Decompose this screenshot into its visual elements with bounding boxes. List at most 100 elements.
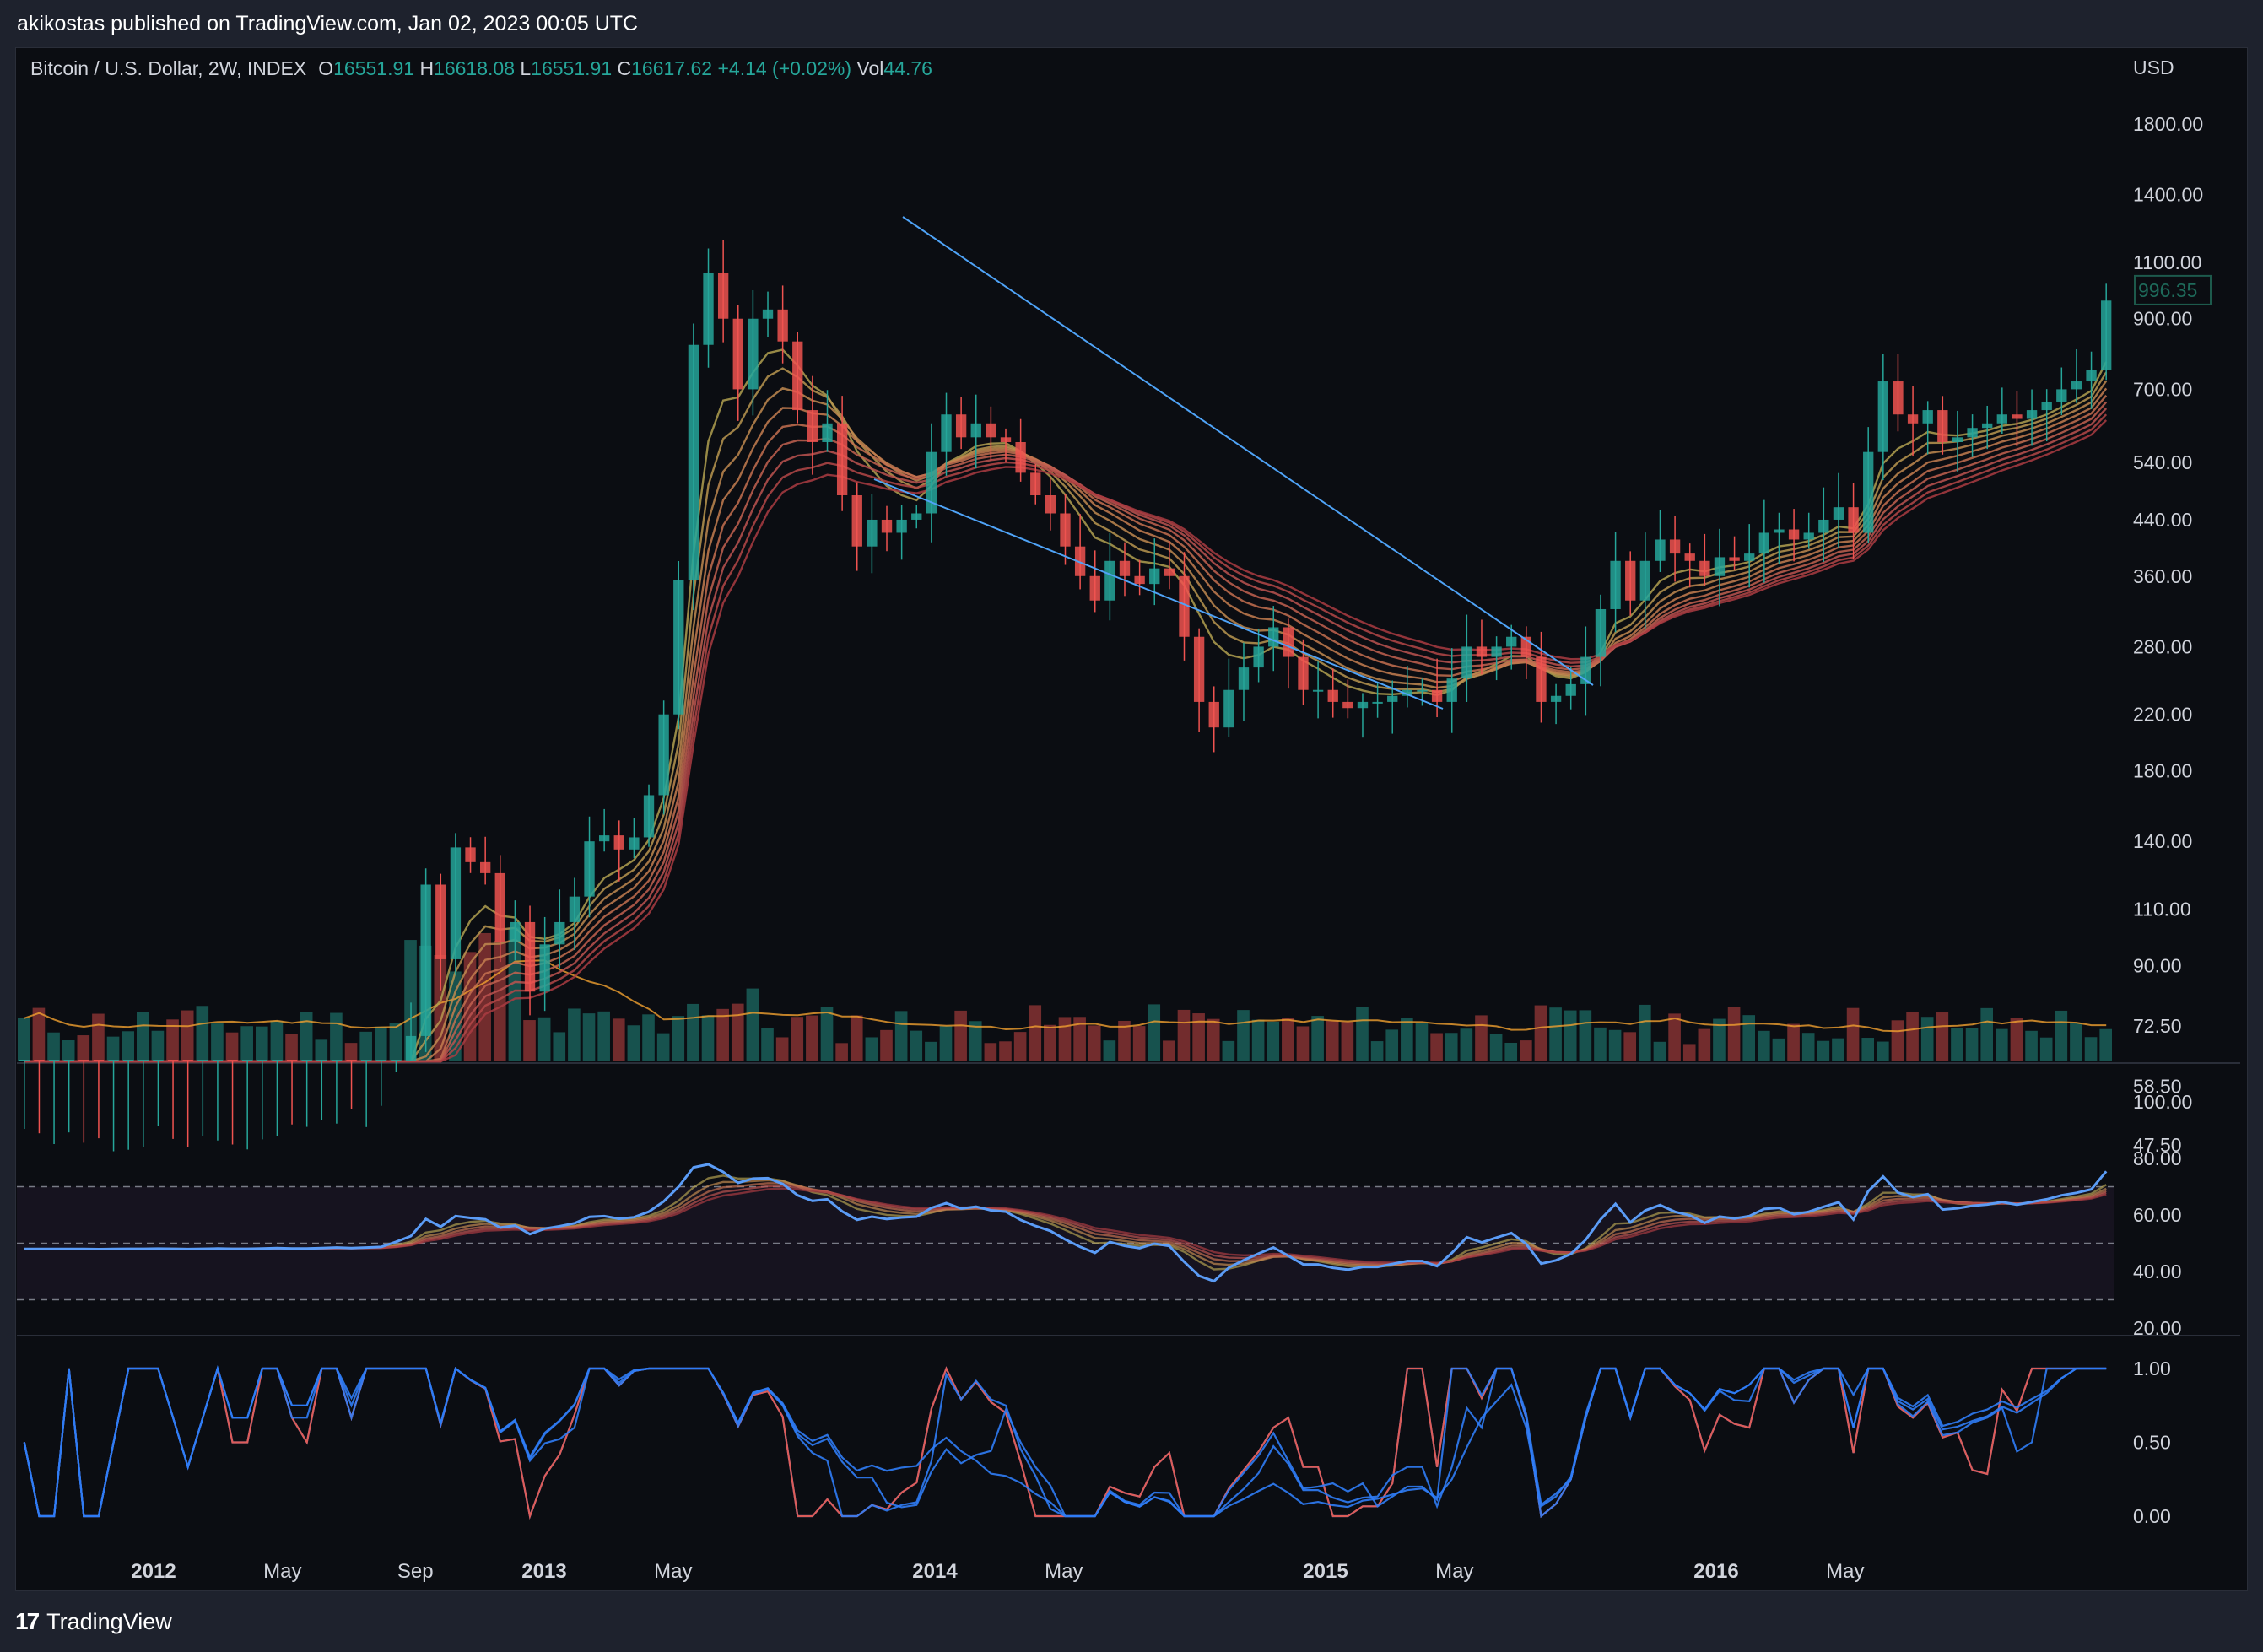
candle-body (331, 1060, 343, 1061)
candle-body (1223, 689, 1234, 728)
candle-body (1610, 560, 1621, 609)
volume-bar (1356, 1007, 1369, 1061)
candle-body (1729, 557, 1740, 561)
candle-body (1461, 646, 1472, 679)
legend-low-value: 16551.91 (531, 57, 613, 79)
price-tick-label: 72.50 (2133, 1015, 2182, 1037)
volume-bar (1445, 1033, 1458, 1061)
volume-bar (1296, 1026, 1310, 1061)
price-tick-label: 90.00 (2133, 954, 2182, 976)
candle-body (1089, 575, 1100, 601)
candle-body (1238, 667, 1250, 690)
volume-bar (18, 1018, 30, 1061)
rsi-band-fill (17, 1186, 2114, 1300)
volume-bar (1207, 1018, 1220, 1061)
candle-body (257, 1060, 267, 1061)
volume-bar (344, 1043, 358, 1061)
volume-bar (999, 1041, 1012, 1061)
rsi-tick-label: 100.00 (2133, 1091, 2192, 1113)
last-price-label: 996.35 (2138, 279, 2197, 301)
candle-body (955, 414, 967, 438)
volume-bar (835, 1043, 848, 1061)
legend-vol-value: 44.76 (883, 57, 932, 79)
candle-body (1639, 560, 1651, 601)
rsi-tick-label: 20.00 (2133, 1317, 2182, 1339)
candle-body (881, 519, 893, 533)
candle-body (688, 344, 699, 580)
candle-body (2056, 389, 2067, 402)
price-legend: Bitcoin / U.S. Dollar, 2W, INDEX O 16551.… (30, 57, 932, 80)
volume-bar (1044, 1024, 1056, 1061)
volume-bar (1965, 1028, 1979, 1061)
candle-body (1506, 636, 1517, 647)
candle-body (1476, 646, 1488, 657)
candle-body (375, 1060, 386, 1061)
volume-bar (1341, 1022, 1354, 1061)
volume-bar (1267, 1021, 1280, 1061)
candle-body (1193, 636, 1205, 702)
volume-bar (1877, 1041, 1889, 1061)
candle-body (1030, 472, 1041, 496)
candle-body (643, 795, 655, 838)
candle-body (613, 835, 624, 850)
volume-bar (1163, 1040, 1175, 1061)
volume-bar (1996, 1028, 2008, 1061)
volume-bar (1460, 1028, 1473, 1061)
volume-bar (1623, 1032, 1637, 1061)
price-tick-label: 180.00 (2133, 760, 2192, 782)
volume-bar (1058, 1017, 1072, 1061)
chart-canvas[interactable]: USD 1800.00 1400.00 1100.00 900.00 700.00 540.… (0, 0, 2263, 1652)
volume-bar (1742, 1015, 1756, 1061)
tradingview-brand[interactable]: TradingView (46, 1609, 172, 1635)
candle-body (494, 872, 505, 942)
volume-bar (1029, 1005, 1042, 1061)
candle-body (405, 1035, 417, 1061)
volume-bar (1534, 1005, 1547, 1061)
candle-body (941, 414, 952, 452)
candle-body (851, 495, 862, 547)
volume-bar (1861, 1038, 1875, 1061)
volume-bar (1088, 1025, 1101, 1061)
candle-body (123, 1060, 134, 1061)
legend-open-label: O (318, 57, 334, 79)
candle-body (569, 896, 581, 922)
volume-bar (374, 1026, 387, 1061)
candle-body (1431, 689, 1443, 702)
candle-body (1417, 689, 1428, 692)
volume-bar (984, 1043, 997, 1061)
stochastic-axis: 1.00 0.50 0.00 (2133, 1358, 2171, 1527)
candle-body (1595, 608, 1607, 657)
candle-body (93, 1060, 105, 1061)
tradingview-logo-icon[interactable]: 17 (15, 1608, 40, 1635)
volume-bar (687, 1003, 699, 1061)
volume-bar (1222, 1040, 1235, 1061)
legend-symbol: Bitcoin / U.S. Dollar, 2W, INDEX (30, 57, 307, 79)
candle-body (63, 1060, 74, 1061)
volume-bar (1936, 1012, 1949, 1061)
volume-bar (1639, 1004, 1651, 1061)
candle-body (970, 423, 981, 438)
volume-bar (1594, 1027, 1607, 1061)
volume-bars (18, 927, 2112, 1061)
candle-body (1893, 381, 1904, 415)
candle-body (762, 309, 774, 319)
candle-body (1000, 437, 1012, 443)
time-tick-label: 2014 (912, 1560, 958, 1583)
candle-body (1104, 560, 1115, 601)
volume-bar (1430, 1033, 1443, 1061)
price-tick-label: 1400.00 (2133, 184, 2203, 206)
legend-ohlc: O16551.91 H16618.08 L16551.91 C16617.62 … (318, 57, 932, 80)
candle-body (316, 1060, 327, 1061)
candle-body (301, 1060, 312, 1061)
candle-body (1298, 656, 1309, 690)
candle-body (286, 1060, 298, 1061)
candle-body (1119, 560, 1131, 576)
volume-bar (642, 1014, 655, 1061)
candle-body (732, 318, 743, 390)
candle-body (836, 423, 848, 496)
candle-body (1149, 568, 1160, 585)
candle-body (1134, 575, 1145, 585)
candle-body (420, 884, 431, 1036)
candle-body (2071, 381, 2082, 390)
candle-body (1164, 568, 1175, 576)
